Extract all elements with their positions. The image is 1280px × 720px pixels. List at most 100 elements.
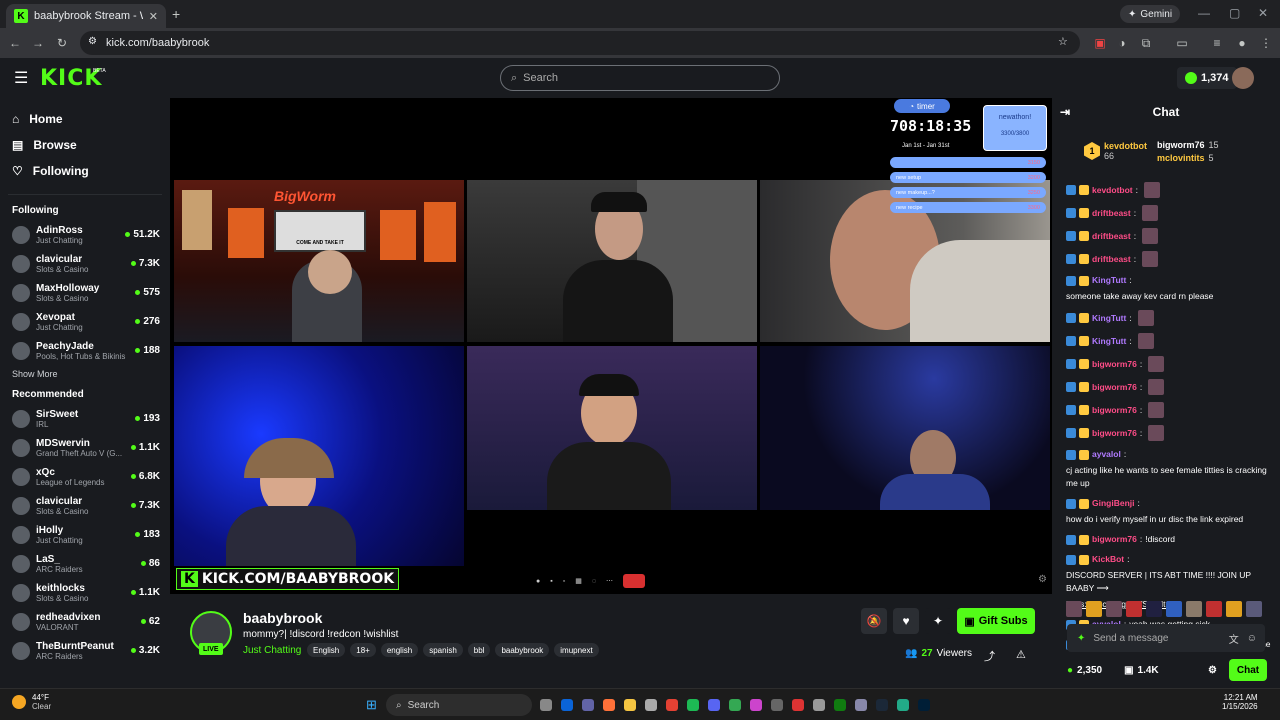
emote[interactable] [1186, 601, 1202, 617]
chat-username[interactable]: driftbeast [1092, 230, 1131, 243]
new-tab-icon[interactable]: + [172, 6, 180, 22]
chrome-2-icon[interactable] [729, 699, 741, 711]
chat-icon[interactable]: ▫ [563, 578, 565, 585]
close-window-icon[interactable]: ✕ [1258, 6, 1268, 20]
recommended-channel[interactable]: iHolly Just Chatting 183 [0, 520, 170, 549]
emote[interactable] [1106, 601, 1122, 617]
gemini-button[interactable]: ✦ Gemini [1120, 5, 1181, 23]
search-bar[interactable]: ⌕ Search [500, 65, 780, 91]
following-channel[interactable]: PeachyJade Pools, Hot Tubs & Bikinis 188 [0, 336, 170, 365]
nav-browse[interactable]: ▤ Browse [0, 132, 170, 158]
emote[interactable] [1246, 601, 1262, 617]
chat-username[interactable]: GingiBenji [1092, 497, 1135, 510]
emote[interactable] [1066, 601, 1082, 617]
share-icon[interactable]: ◌ [592, 578, 596, 585]
close-tab-icon[interactable]: ✕ [149, 10, 158, 23]
windows-start-icon[interactable]: ⊞ [366, 697, 377, 713]
show-more-button[interactable]: Show More [0, 365, 170, 383]
chat-username[interactable]: KingTutt [1092, 335, 1126, 348]
taskbar-search[interactable]: ⌕ Search [386, 694, 532, 716]
recommended-channel[interactable]: clavicular Slots & Casino 7.3K [0, 491, 170, 520]
chat-username[interactable]: bigworm76 [1092, 427, 1137, 440]
file-explorer-icon[interactable] [624, 699, 636, 711]
nav-home[interactable]: ⌂ Home [0, 106, 170, 132]
system-clock[interactable]: 12:21 AM 1/15/2026 [1222, 693, 1258, 711]
following-channel[interactable]: AdinRoss Just Chatting 51.2K [0, 220, 170, 249]
collapse-chat-icon[interactable]: ⇥ [1060, 105, 1070, 119]
recommended-channel[interactable]: redheadvixen VALORANT 62 [0, 607, 170, 636]
chat-username[interactable]: bigworm76 [1092, 358, 1137, 371]
extensions-icon[interactable]: ⧉ [1136, 33, 1156, 53]
back-icon[interactable]: ← [5, 33, 25, 53]
chat-username[interactable]: KickBot [1092, 553, 1124, 566]
more-icon[interactable]: ⋯ [606, 577, 613, 585]
outlook-icon[interactable] [561, 699, 573, 711]
following-channel[interactable]: clavicular Slots & Casino 7.3K [0, 249, 170, 278]
bookmark-star-icon[interactable]: ☆ [1058, 35, 1068, 48]
app-2-icon[interactable] [750, 699, 762, 711]
stream-tag[interactable]: english [380, 643, 419, 657]
sparkle-button[interactable]: ✦ [925, 608, 951, 634]
firefox-icon[interactable] [603, 699, 615, 711]
discord-icon[interactable] [708, 699, 720, 711]
chat-username[interactable]: ayvalol [1092, 448, 1121, 461]
site-info-icon[interactable]: ⚙ [88, 36, 97, 47]
chat-input[interactable]: ✦ Send a message 文 ☺ [1067, 624, 1265, 652]
translate-icon[interactable]: 文 [1229, 631, 1239, 646]
teams-icon[interactable] [582, 699, 594, 711]
emote[interactable] [1166, 601, 1182, 617]
user-avatar[interactable] [1232, 67, 1254, 89]
recommended-channel[interactable]: LaS_ ARC Raiders 86 [0, 549, 170, 578]
emoji-icon[interactable]: ☺ [1247, 633, 1257, 644]
recommended-channel[interactable]: xQc League of Legends 6.8K [0, 462, 170, 491]
streamer-name[interactable]: baabybrook [243, 610, 322, 626]
hamburger-menu-icon[interactable]: ☰ [14, 68, 28, 88]
following-channel[interactable]: Xevopat Just Chatting 276 [0, 307, 170, 336]
calculator-icon[interactable] [771, 699, 783, 711]
emote[interactable] [1086, 601, 1102, 617]
stream-tag[interactable]: bbl [467, 643, 491, 657]
weather-widget[interactable]: 44°F Clear [12, 693, 51, 711]
stream-tag[interactable]: baabybrook [495, 643, 550, 657]
browser-menu-icon[interactable]: ⋮ [1256, 33, 1276, 53]
task-view-icon[interactable] [540, 699, 552, 711]
player-settings-icon[interactable]: ⚙ [1038, 574, 1047, 585]
steam-icon[interactable] [876, 699, 888, 711]
chat-username[interactable]: bigworm76 [1092, 533, 1137, 546]
clock-app-icon[interactable] [813, 699, 825, 711]
emote[interactable] [1146, 601, 1162, 617]
notifications-button[interactable]: 🔕 [861, 608, 887, 634]
app-3-icon[interactable] [792, 699, 804, 711]
xbox-icon[interactable] [834, 699, 846, 711]
recommended-channel[interactable]: keithlocks Slots & Casino 1.1K [0, 578, 170, 607]
stream-tag[interactable]: 18+ [350, 643, 376, 657]
extension-2-icon[interactable]: ◑ [1112, 33, 1132, 53]
recommended-channel[interactable]: TheBurntPeanut ARC Raiders 3.2K [0, 636, 170, 665]
emote[interactable] [1126, 601, 1142, 617]
profile-icon[interactable]: ● [1232, 33, 1252, 53]
emote[interactable] [1206, 601, 1222, 617]
chat-username[interactable]: KingTutt [1092, 312, 1126, 325]
reload-icon[interactable]: ↻ [52, 33, 72, 53]
cast-icon[interactable]: ▭ [1172, 33, 1192, 53]
chat-username[interactable]: bigworm76 [1092, 404, 1137, 417]
hangup-icon[interactable] [623, 574, 645, 588]
emote[interactable] [1226, 601, 1242, 617]
chrome-icon[interactable] [666, 699, 678, 711]
app-icon[interactable] [645, 699, 657, 711]
grid-icon[interactable]: ▦ [575, 577, 582, 585]
stream-tag[interactable]: spanish [423, 643, 463, 657]
spotify-icon[interactable] [687, 699, 699, 711]
share-stream-icon[interactable]: ⤴ [984, 648, 995, 664]
recommended-channel[interactable]: MDSwervin Grand Theft Auto V (G... 1.1K [0, 433, 170, 462]
following-channel[interactable]: MaxHolloway Slots & Casino 575 [0, 278, 170, 307]
app-5-icon[interactable] [897, 699, 909, 711]
browser-tab[interactable]: K baabybrook Stream - Watch Li... ✕ [6, 4, 166, 28]
nav-following[interactable]: ♡ Following [0, 158, 170, 184]
mic-icon[interactable]: ● [536, 578, 540, 585]
recommended-channel[interactable]: SirSweet IRL 193 [0, 404, 170, 433]
reading-list-icon[interactable]: ≡ [1207, 33, 1227, 53]
chat-username[interactable]: driftbeast [1092, 207, 1131, 220]
chat-username[interactable]: bigworm76 [1092, 381, 1137, 394]
stream-tag[interactable]: imupnext [554, 643, 599, 657]
